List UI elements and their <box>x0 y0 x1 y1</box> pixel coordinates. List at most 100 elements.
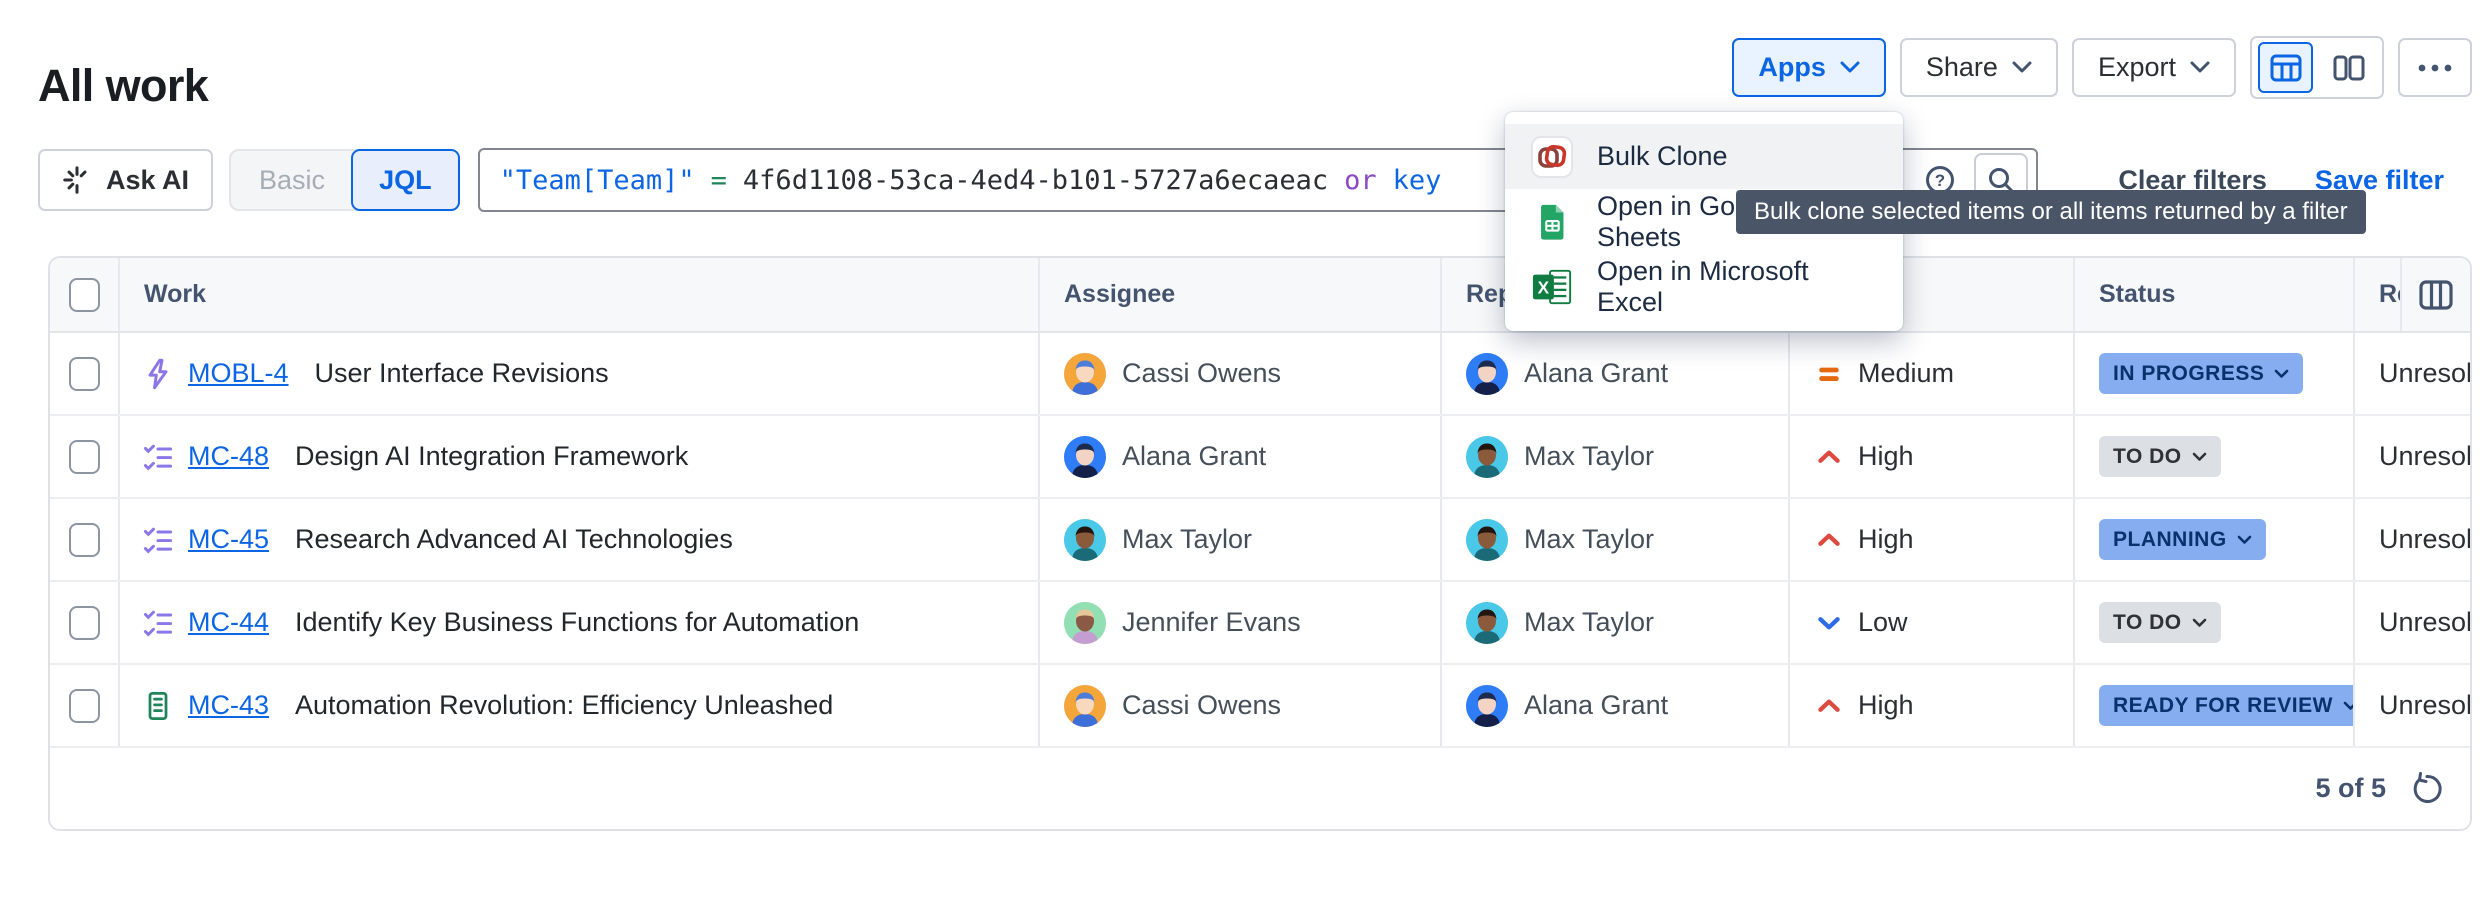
high-priority-icon <box>1814 442 1844 472</box>
row-checkbox[interactable] <box>69 606 100 640</box>
checklist-icon <box>142 524 174 556</box>
cell-status: TO DO <box>2075 416 2355 497</box>
bolt-icon <box>142 358 174 390</box>
table-header-row: Work Assignee Reporter Priority Status R… <box>50 258 2470 333</box>
work-type-icon <box>142 690 174 722</box>
cell-reporter: Max Taylor <box>1442 416 1790 497</box>
refresh-button[interactable] <box>2410 772 2444 806</box>
resolution-value: Unresolved <box>2379 441 2470 472</box>
priority-label: High <box>1858 441 1914 472</box>
apps-button[interactable]: Apps <box>1732 38 1886 97</box>
select-all-checkbox[interactable] <box>69 278 100 312</box>
work-item-key-link[interactable]: MC-44 <box>188 607 269 638</box>
microsoft-excel-icon: X <box>1531 266 1573 308</box>
book-icon <box>142 690 174 722</box>
cell-work: MOBL-4 User Interface Revisions <box>120 333 1040 414</box>
priority-icon <box>1814 691 1844 721</box>
status-badge[interactable]: PLANNING <box>2099 519 2266 560</box>
high-priority-icon <box>1814 525 1844 555</box>
table-row: MOBL-4 User Interface Revisions Cassi Ow… <box>50 333 2470 416</box>
svg-text:X: X <box>1538 277 1550 297</box>
checklist-icon <box>142 607 174 639</box>
search-mode-switcher: Basic JQL <box>229 149 460 211</box>
work-items-table: Work Assignee Reporter Priority Status R… <box>48 256 2472 831</box>
bulk-clone-tooltip: Bulk clone selected items or all items r… <box>1736 190 2366 234</box>
reporter-name: Alana Grant <box>1524 358 1668 389</box>
high-priority-icon <box>1814 691 1844 721</box>
row-checkbox[interactable] <box>69 440 100 474</box>
cell-priority: Medium <box>1790 333 2075 414</box>
jql-mode-button[interactable]: JQL <box>351 149 460 211</box>
resolution-value: Unresolved <box>2379 607 2470 638</box>
cell-reporter: Max Taylor <box>1442 499 1790 580</box>
table-view-button[interactable] <box>2258 42 2313 93</box>
resolution-value: Unresolved <box>2379 524 2470 555</box>
reporter-name: Max Taylor <box>1524 441 1654 472</box>
status-badge[interactable]: TO DO <box>2099 436 2221 477</box>
column-header-assignee[interactable]: Assignee <box>1040 258 1442 331</box>
work-type-icon <box>142 358 174 390</box>
priority-label: Low <box>1858 607 1908 638</box>
work-type-icon <box>142 524 174 556</box>
checklist-icon <box>142 441 174 473</box>
priority-icon <box>1814 442 1844 472</box>
status-badge[interactable]: READY FOR REVIEW <box>2099 685 2355 726</box>
chevron-down-icon <box>2274 369 2289 379</box>
menu-item-bulk-clone[interactable]: Bulk Clone <box>1505 124 1903 189</box>
work-item-key-link[interactable]: MC-48 <box>188 441 269 472</box>
jql-token-operator: = <box>711 165 727 196</box>
column-header-work[interactable]: Work <box>120 258 1040 331</box>
reporter-name: Max Taylor <box>1524 524 1654 555</box>
chevron-down-icon <box>2343 701 2355 711</box>
status-badge[interactable]: IN PROGRESS <box>2099 353 2303 394</box>
avatar <box>1466 602 1508 644</box>
chevron-down-icon <box>2012 61 2032 74</box>
ask-ai-button[interactable]: Ask AI <box>38 149 213 211</box>
chevron-down-icon <box>1840 61 1860 74</box>
column-header-status[interactable]: Status <box>2075 258 2355 331</box>
cell-status: IN PROGRESS <box>2075 333 2355 414</box>
table-footer: 5 of 5 <box>50 748 2470 829</box>
share-button[interactable]: Share <box>1900 38 2058 97</box>
columns-settings-button[interactable] <box>2400 258 2470 331</box>
cell-resolution: Unresolved <box>2355 499 2470 580</box>
cell-resolution: Unresolved <box>2355 333 2470 414</box>
status-badge[interactable]: TO DO <box>2099 602 2221 643</box>
reporter-name: Max Taylor <box>1524 607 1654 638</box>
detail-view-button[interactable] <box>2321 42 2376 93</box>
avatar <box>1064 353 1106 395</box>
resolution-value: Unresolved <box>2379 690 2470 721</box>
work-item-key-link[interactable]: MOBL-4 <box>188 358 289 389</box>
more-actions-button[interactable] <box>2398 38 2472 97</box>
basic-mode-button[interactable]: Basic <box>231 165 353 196</box>
cell-priority: High <box>1790 416 2075 497</box>
work-item-key-link[interactable]: MC-45 <box>188 524 269 555</box>
cell-work: MC-45 Research Advanced AI Technologies <box>120 499 1040 580</box>
work-item-key-link[interactable]: MC-43 <box>188 690 269 721</box>
work-item-summary: Research Advanced AI Technologies <box>295 524 733 555</box>
cell-resolution: Unresolved <box>2355 582 2470 663</box>
row-checkbox[interactable] <box>69 357 100 391</box>
row-checkbox[interactable] <box>69 523 100 557</box>
cell-priority: Low <box>1790 582 2075 663</box>
assignee-name: Cassi Owens <box>1122 358 1281 389</box>
chevron-down-icon <box>2192 618 2207 628</box>
cell-reporter: Max Taylor <box>1442 582 1790 663</box>
priority-label: Medium <box>1858 358 1954 389</box>
cell-reporter: Alana Grant <box>1442 333 1790 414</box>
work-item-summary: Identify Key Business Functions for Auto… <box>295 607 859 638</box>
low-priority-icon <box>1814 608 1844 638</box>
work-item-summary: User Interface Revisions <box>315 358 609 389</box>
cell-status: READY FOR REVIEW <box>2075 665 2355 746</box>
menu-item-open-microsoft-excel[interactable]: X Open in Microsoft Excel <box>1505 254 1903 319</box>
jql-token-field: key <box>1393 165 1442 196</box>
work-item-summary: Automation Revolution: Efficiency Unleas… <box>295 690 833 721</box>
table-row: MC-45 Research Advanced AI Technologies … <box>50 499 2470 582</box>
refresh-icon <box>2410 772 2444 806</box>
export-button[interactable]: Export <box>2072 38 2236 97</box>
google-sheets-icon <box>1531 201 1573 243</box>
toolbar: Apps Share Export <box>1732 36 2472 99</box>
medium-priority-icon <box>1814 359 1844 389</box>
cell-assignee: Cassi Owens <box>1040 665 1442 746</box>
row-checkbox[interactable] <box>69 689 100 723</box>
